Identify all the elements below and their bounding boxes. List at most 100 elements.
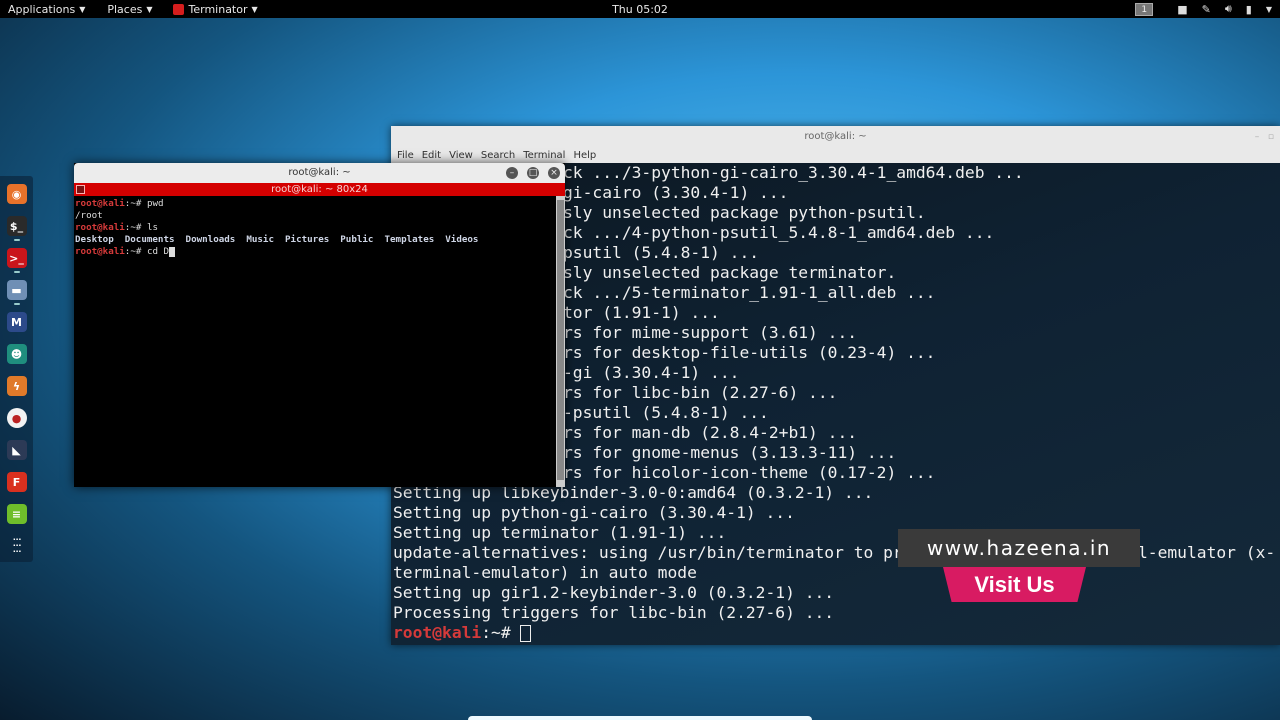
armitage-icon: ☻ bbox=[6, 344, 27, 364]
text-cursor bbox=[169, 246, 176, 257]
places-label: Places bbox=[107, 2, 143, 16]
directory-entry: Videos bbox=[445, 234, 479, 245]
firefox-icon: ◉ bbox=[6, 184, 27, 204]
prompt-suffix: :~# bbox=[481, 623, 521, 642]
terminal-tab-icon bbox=[76, 185, 85, 194]
menu-view[interactable]: View bbox=[449, 150, 473, 161]
video-icon[interactable]: ■ bbox=[1177, 3, 1187, 16]
chevron-down-icon: ▼ bbox=[251, 4, 258, 14]
terminal-icon: $_ bbox=[6, 216, 27, 236]
metasploit-launcher[interactable]: M bbox=[6, 310, 28, 334]
promo-url-banner[interactable]: www.hazeena.in bbox=[898, 529, 1140, 567]
terminator-tab-title: root@kali: ~ 80x24 bbox=[271, 184, 368, 195]
maltego-launcher[interactable]: ● bbox=[6, 406, 28, 430]
applications-label: Applications bbox=[8, 2, 76, 16]
terminal-line: root@kali:~# cd D bbox=[75, 246, 555, 258]
directory-entry: Music bbox=[246, 234, 274, 245]
maximize-button[interactable]: □ bbox=[527, 167, 539, 179]
directory-entry: Public bbox=[340, 234, 374, 245]
chevron-down-icon: ▼ bbox=[79, 4, 86, 14]
running-indicator bbox=[13, 239, 20, 241]
burpsuite-icon: ϟ bbox=[6, 376, 27, 396]
terminator-icon: >_ bbox=[6, 248, 27, 268]
text-cursor bbox=[520, 625, 532, 642]
terminator-titlebar[interactable]: root@kali: ~ – □ × bbox=[74, 163, 565, 183]
menu-terminal[interactable]: Terminal bbox=[523, 150, 565, 161]
applications-menu[interactable]: Applications ▼ bbox=[0, 0, 93, 18]
terminator-window: root@kali: ~ – □ × root@kali: ~ 80x24 ro… bbox=[74, 163, 565, 487]
faraday-launcher[interactable]: F bbox=[6, 470, 28, 494]
active-app-menu[interactable]: Terminator ▼ bbox=[165, 0, 266, 18]
armitage-launcher[interactable]: ☻ bbox=[6, 342, 28, 366]
beef-icon: ◣ bbox=[6, 440, 27, 460]
terminal-line: /root bbox=[75, 210, 103, 221]
pen-icon[interactable]: ✎ bbox=[1202, 3, 1211, 16]
system-tray: 1 ■ ✎ 🔊︎ ▮ ▼ bbox=[1135, 0, 1272, 18]
close-button[interactable]: × bbox=[548, 167, 560, 179]
menu-search[interactable]: Search bbox=[481, 150, 515, 161]
directory-entry: Documents bbox=[124, 234, 175, 245]
terminal-line: Setting up terminator (1.91-1) ... bbox=[393, 523, 727, 542]
main-window-controls: – ▫ bbox=[1255, 126, 1274, 148]
terminal-line: terminal-emulator) in auto mode bbox=[393, 563, 697, 582]
terminator-tab[interactable]: root@kali: ~ 80x24 bbox=[74, 183, 565, 196]
directory-entry: Pictures bbox=[285, 234, 330, 245]
beef-launcher[interactable]: ◣ bbox=[6, 438, 28, 462]
battery-icon[interactable]: ▮ bbox=[1246, 3, 1252, 16]
firefox-launcher[interactable]: ◉ bbox=[6, 182, 28, 206]
bottom-notification-bar bbox=[468, 716, 812, 720]
metasploit-icon: M bbox=[6, 312, 27, 332]
maltego-icon: ● bbox=[6, 408, 27, 428]
command-text: pwd bbox=[146, 198, 164, 209]
terminator-launcher[interactable]: >_ bbox=[6, 246, 28, 273]
directory-entry: Templates bbox=[384, 234, 435, 245]
workspace-indicator[interactable]: 1 bbox=[1135, 2, 1154, 16]
terminal-line: Setting up gir1.2-keybinder-3.0 (0.3.2-1… bbox=[393, 583, 835, 602]
burpsuite-launcher[interactable]: ϟ bbox=[6, 374, 28, 398]
scrollbar-thumb[interactable] bbox=[557, 200, 564, 480]
ls-output-line: Desktop Documents Downloads Music Pictures Pu… bbox=[75, 234, 555, 246]
command-text: cd D bbox=[146, 246, 170, 257]
volume-icon[interactable]: 🔊︎ bbox=[1225, 2, 1232, 16]
faraday-icon: F bbox=[6, 472, 27, 492]
terminal-line: root@kali:~# pwd bbox=[75, 198, 164, 209]
leafpad-icon: ≡ bbox=[6, 504, 27, 524]
terminator-title: root@kali: ~ bbox=[288, 167, 351, 178]
main-menubar: File Edit View Search Terminal Help bbox=[391, 148, 1280, 163]
terminator-icon bbox=[172, 3, 184, 15]
places-menu[interactable]: Places ▼ bbox=[99, 0, 160, 18]
terminal-line: update-alternatives: using /usr/bin/term… bbox=[393, 543, 1276, 562]
dock: ◉ $_ >_ ▬ M ☻ ϟ ● ◣ F ≡ ⋯ ⋯ ⋯ bbox=[0, 176, 33, 562]
running-indicator bbox=[13, 271, 20, 273]
files-launcher[interactable]: ▬ bbox=[6, 278, 28, 305]
minimize-icon[interactable]: – bbox=[1255, 132, 1260, 142]
minimize-button[interactable]: – bbox=[506, 167, 518, 179]
top-panel: Applications ▼ Places ▼ Terminator ▼ Thu… bbox=[0, 0, 1280, 18]
terminal-launcher[interactable]: $_ bbox=[6, 214, 28, 241]
power-menu-icon[interactable]: ▼ bbox=[1266, 5, 1272, 14]
terminator-output[interactable]: root@kali:~# pwd/root root@kali:~# ls Desk… bbox=[74, 196, 556, 487]
show-apps-icon: ⋯ ⋯ ⋯ bbox=[13, 535, 21, 556]
menu-edit[interactable]: Edit bbox=[422, 150, 441, 161]
main-terminal-title: root@kali: ~ bbox=[804, 131, 867, 142]
visit-us-button[interactable]: Visit Us bbox=[943, 567, 1086, 602]
directory-entry: Downloads bbox=[185, 234, 236, 245]
chevron-down-icon: ▼ bbox=[146, 4, 153, 14]
active-app-label: Terminator bbox=[188, 2, 248, 16]
menu-file[interactable]: File bbox=[397, 150, 414, 161]
running-indicator bbox=[13, 303, 20, 305]
main-terminal-titlebar[interactable]: root@kali: ~ – ▫ bbox=[391, 126, 1280, 148]
prompt-user: root@kali bbox=[393, 623, 482, 642]
clock[interactable]: Thu 05:02 bbox=[612, 3, 668, 16]
leafpad-launcher[interactable]: ≡ bbox=[6, 502, 28, 526]
scrollbar[interactable] bbox=[556, 196, 565, 487]
command-text: ls bbox=[146, 222, 159, 233]
maximize-icon[interactable]: ▫ bbox=[1268, 132, 1274, 142]
menu-help[interactable]: Help bbox=[573, 150, 596, 161]
show-apps-launcher[interactable]: ⋯ ⋯ ⋯ bbox=[6, 534, 28, 558]
terminal-line: root@kali:~# ls bbox=[75, 222, 159, 233]
terminal-line: Processing triggers for libc-bin (2.27-6… bbox=[393, 603, 835, 622]
files-icon: ▬ bbox=[6, 280, 27, 300]
terminal-line: Setting up python-gi-cairo (3.30.4-1) ..… bbox=[393, 503, 795, 522]
prompt-line: root@kali:~# bbox=[391, 623, 1280, 643]
